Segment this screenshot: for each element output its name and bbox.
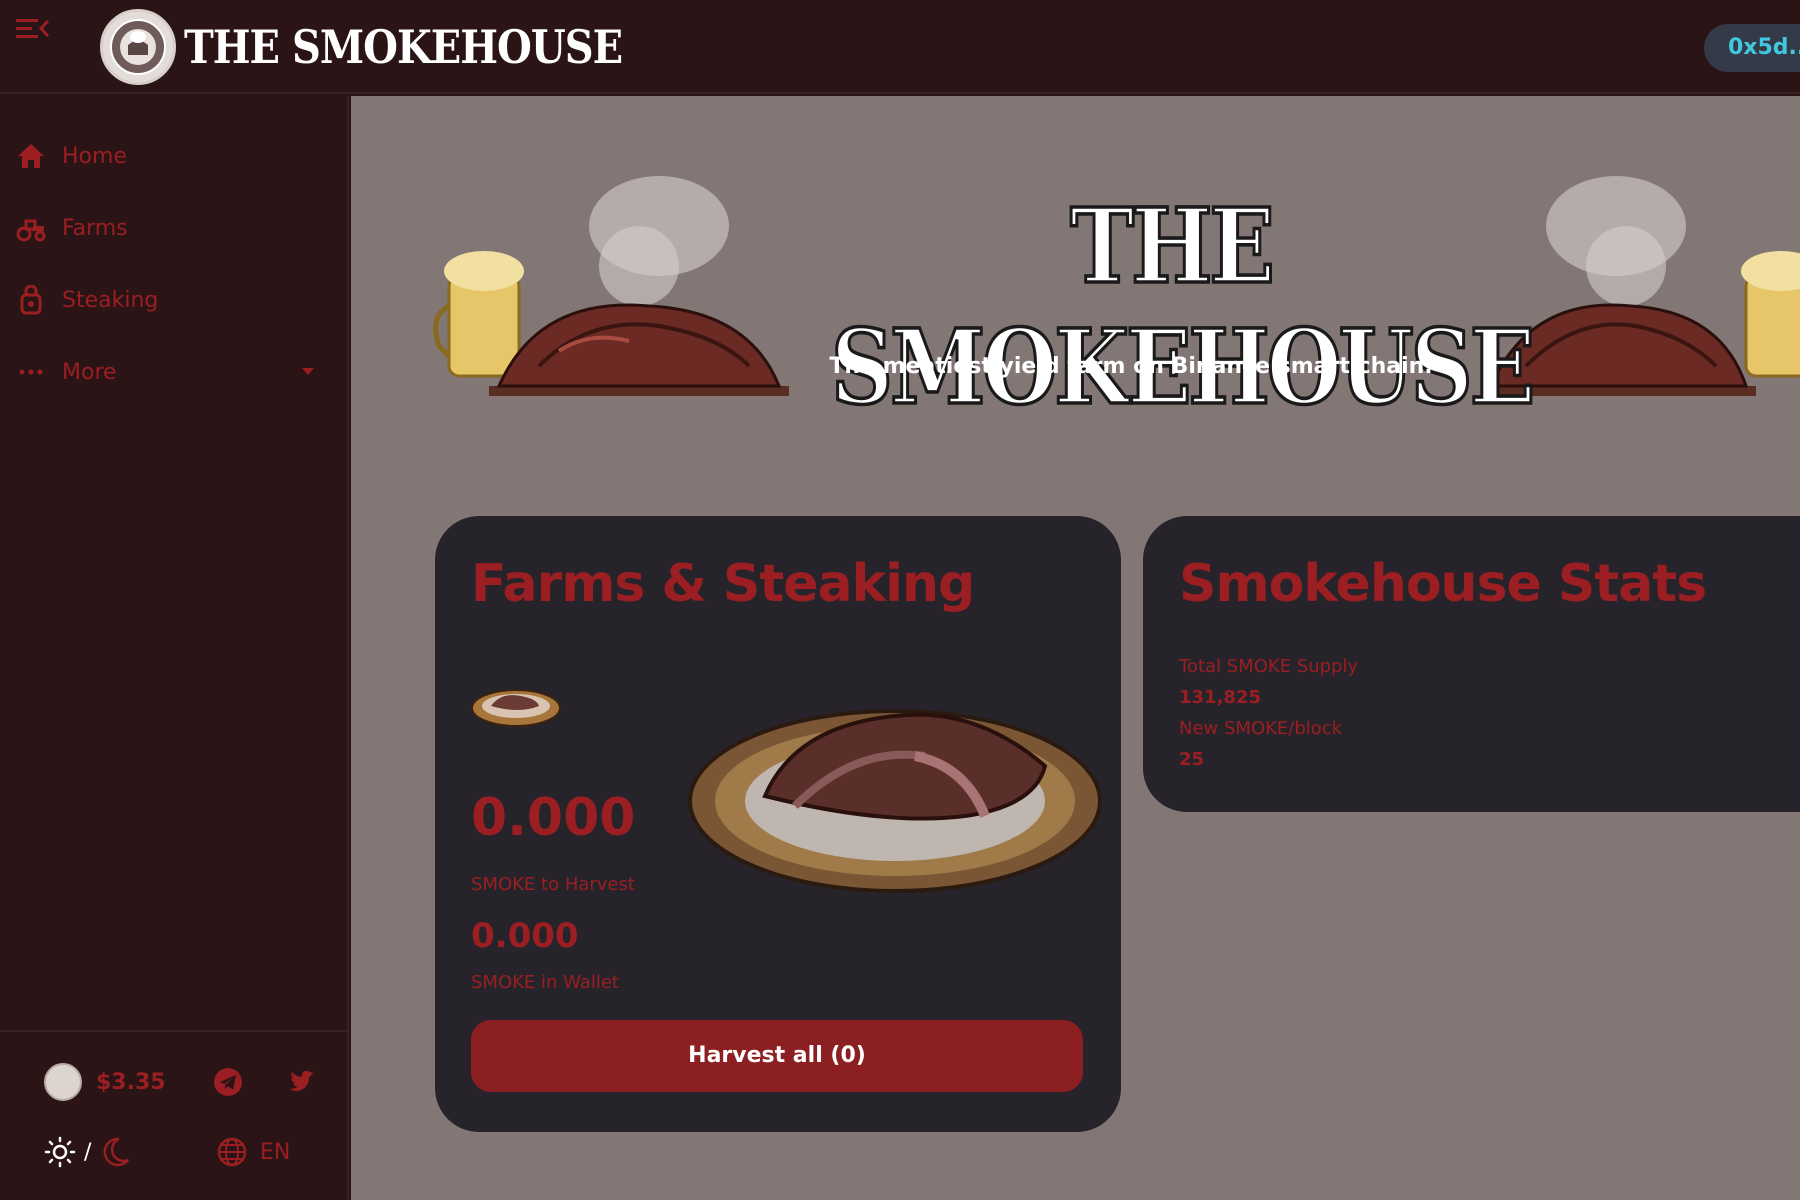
- globe-icon: [217, 1137, 247, 1167]
- home-icon: [18, 144, 44, 168]
- chevron-down-icon: [302, 368, 314, 375]
- harvest-label: SMOKE to Harvest: [471, 874, 635, 895]
- sidebar-item-steaking[interactable]: Steaking: [0, 270, 347, 330]
- hero-title: THE SMOKEHOUSE: [830, 184, 1537, 430]
- sidebar-item-more[interactable]: More: [0, 342, 347, 402]
- tractor-icon: [16, 219, 46, 242]
- total-supply-value: 131,825: [1179, 687, 1261, 708]
- telegram-icon[interactable]: [212, 1066, 244, 1098]
- token-coin-icon: [44, 1063, 82, 1101]
- total-supply-label: Total SMOKE Supply: [1179, 656, 1359, 677]
- brand-logo: [100, 9, 176, 85]
- sidebar-item-label: Home: [62, 143, 127, 169]
- sidebar-item-label: Steaking: [62, 287, 159, 313]
- twitter-icon[interactable]: [284, 1066, 316, 1098]
- theme-separator: /: [84, 1139, 92, 1165]
- stats-card: Smokehouse Stats Total SMOKE Supply 131,…: [1143, 516, 1800, 812]
- brand[interactable]: THE SMOKEHOUSE: [100, 8, 623, 86]
- sidebar-item-label: More: [62, 359, 117, 385]
- sidebar-item-farms[interactable]: Farms: [0, 198, 347, 258]
- farms-card: Farms & Steaking 0.000 SMOKE to Harvest …: [435, 516, 1121, 1132]
- sun-icon: [44, 1136, 76, 1168]
- harvest-value: 0.000: [471, 788, 636, 848]
- stats-card-title: Smokehouse Stats: [1179, 554, 1707, 614]
- hero-subtitle: The meatiest yield farm on Binance smart…: [829, 354, 1433, 379]
- token-price[interactable]: $3.35: [44, 1062, 166, 1102]
- wallet-button[interactable]: 0x5d...: [1704, 24, 1800, 72]
- wallet-label: SMOKE in Wallet: [471, 972, 619, 993]
- menu-toggle-icon[interactable]: [16, 16, 50, 42]
- more-icon: [19, 369, 43, 375]
- per-block-label: New SMOKE/block: [1179, 718, 1343, 739]
- sidebar: Home Farms Steaking More $3.35 / EN: [0, 96, 349, 1200]
- language-label: EN: [260, 1139, 291, 1165]
- harvest-all-button[interactable]: Harvest all (0): [471, 1020, 1083, 1092]
- farms-card-title: Farms & Steaking: [471, 554, 975, 614]
- sidebar-item-home[interactable]: Home: [0, 126, 347, 186]
- main-content: THE SMOKEHOUSE The meatiest yield farm o…: [351, 96, 1800, 1200]
- token-price-value: $3.35: [96, 1069, 166, 1095]
- per-block-value: 25: [1179, 749, 1205, 770]
- bbq-beer-illustration: [433, 176, 789, 396]
- theme-toggle[interactable]: /: [44, 1132, 131, 1172]
- sidebar-item-label: Farms: [62, 215, 128, 241]
- wallet-value: 0.000: [471, 916, 579, 956]
- steak-plate-illustration: [688, 709, 1102, 893]
- sidebar-footer: $3.35 / EN: [0, 1030, 347, 1200]
- lock-icon: [20, 285, 42, 315]
- moon-icon: [103, 1137, 130, 1167]
- language-selector[interactable]: EN: [216, 1132, 290, 1172]
- steak-plate-icon: [471, 689, 561, 727]
- top-bar: THE SMOKEHOUSE 0x5d...: [0, 0, 1800, 94]
- brand-name: THE SMOKEHOUSE: [184, 19, 623, 75]
